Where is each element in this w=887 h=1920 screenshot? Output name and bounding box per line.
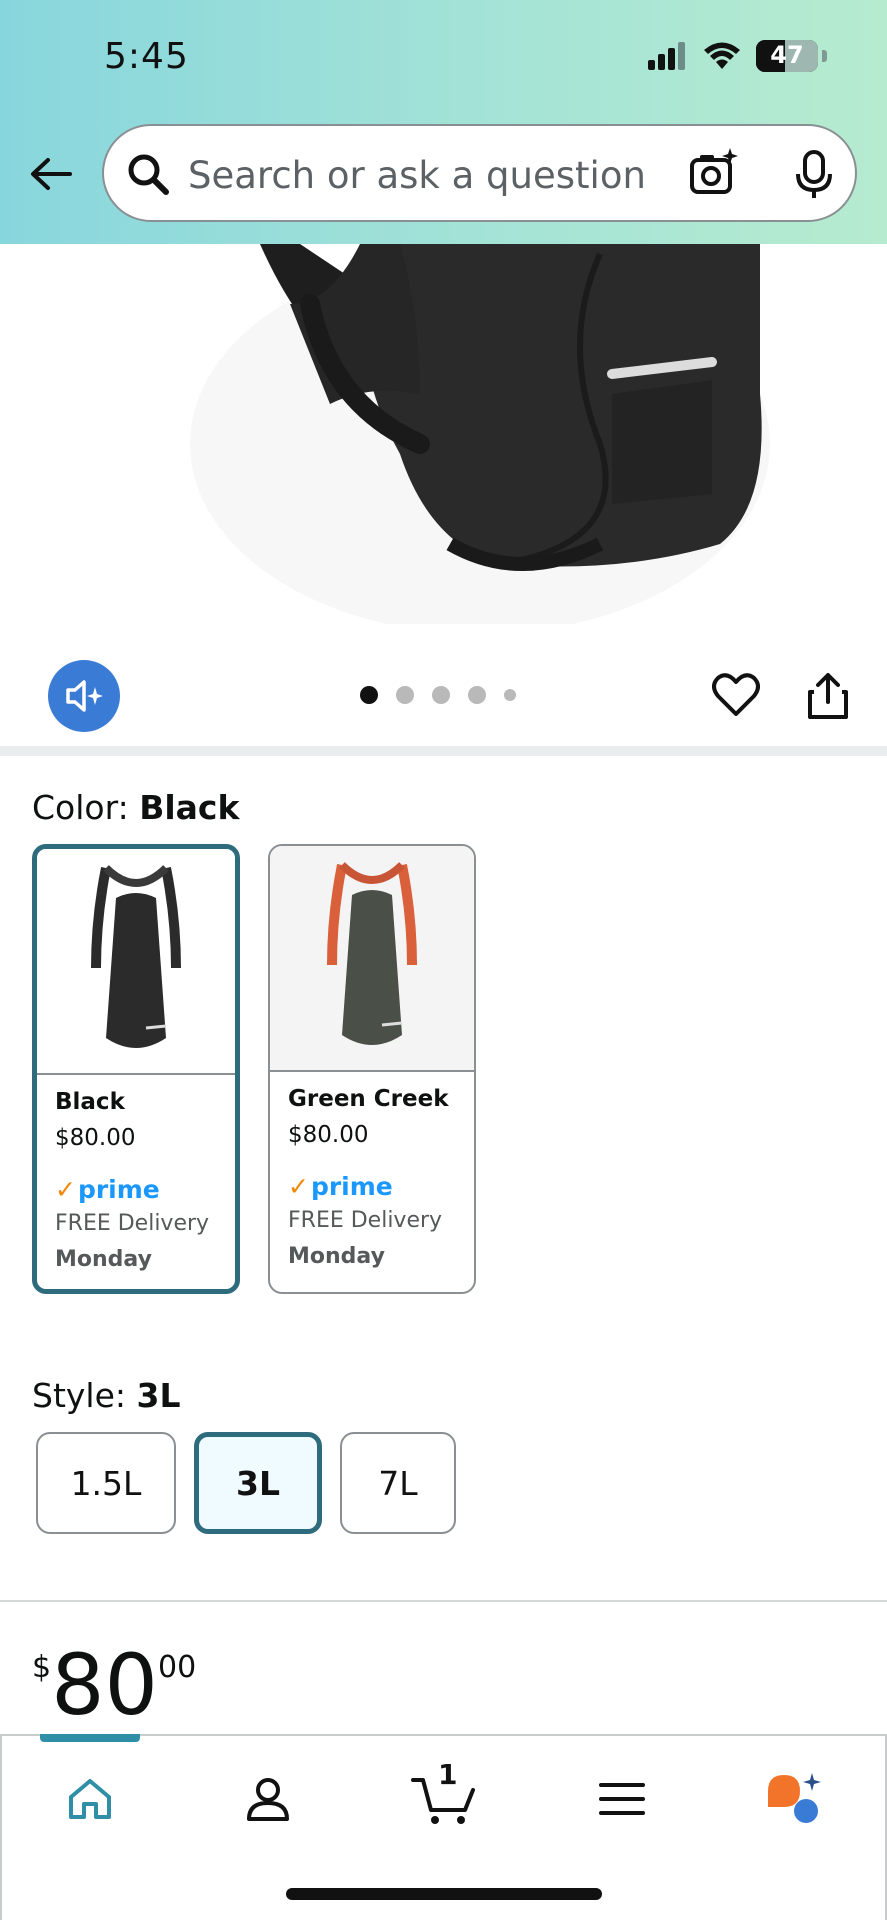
share-icon[interactable] — [806, 672, 850, 720]
color-option-green-creek[interactable]: Green Creek $80.00 ✓ prime FREE Delivery … — [268, 844, 476, 1294]
nav-account[interactable] — [228, 1764, 308, 1834]
heart-icon[interactable] — [712, 672, 760, 718]
camera-search-icon[interactable] — [686, 146, 742, 202]
style-option-1-5l[interactable]: 1.5L — [36, 1432, 176, 1534]
option-price: $80.00 — [288, 1122, 369, 1148]
audio-ai-button[interactable] — [48, 660, 120, 732]
carousel-dot[interactable] — [504, 689, 516, 701]
price-fraction: 00 — [157, 1650, 197, 1685]
home-icon — [69, 1779, 111, 1819]
nav-home[interactable] — [50, 1764, 130, 1834]
option-delivery-day: Monday — [288, 1244, 385, 1269]
section-divider — [0, 1600, 887, 1602]
home-indicator — [286, 1888, 602, 1900]
carousel-dot[interactable] — [396, 686, 414, 704]
search-bar[interactable]: Search or ask a question — [102, 124, 857, 222]
selected-style: 3L — [136, 1376, 181, 1415]
nav-menu[interactable] — [582, 1764, 662, 1834]
carousel-dot[interactable] — [468, 686, 486, 704]
option-name: Black — [55, 1089, 125, 1115]
prime-badge: ✓ prime — [55, 1174, 160, 1204]
option-delivery: FREE Delivery — [288, 1208, 443, 1233]
search-input[interactable]: Search or ask a question — [188, 154, 646, 197]
option-delivery-day: Monday — [55, 1247, 152, 1272]
product-image[interactable] — [0, 244, 887, 624]
rufus-icon — [768, 1773, 821, 1823]
carousel-dot[interactable] — [360, 686, 378, 704]
cart-count-badge: 1 — [438, 1758, 458, 1791]
style-option-7l[interactable]: 7L — [340, 1432, 456, 1534]
color-label: Color: Black — [32, 788, 240, 827]
style-option-3l[interactable]: 3L — [194, 1432, 322, 1534]
nav-cart[interactable]: 1 — [404, 1758, 484, 1834]
battery-level-text: 47 — [770, 41, 804, 69]
price-currency: $ — [32, 1650, 52, 1685]
battery-icon: 47 — [756, 40, 818, 72]
prime-badge: ✓ prime — [288, 1171, 393, 1201]
account-icon — [247, 1778, 289, 1821]
option-price: $80.00 — [55, 1125, 136, 1151]
swatch-image — [37, 849, 235, 1075]
nav-rufus[interactable] — [756, 1764, 836, 1834]
carousel-dots — [360, 686, 516, 704]
section-divider — [0, 746, 887, 756]
style-label: Style: 3L — [32, 1376, 181, 1415]
option-name: Green Creek — [288, 1086, 449, 1112]
wifi-icon — [704, 42, 740, 69]
menu-icon — [599, 1783, 645, 1815]
header: 5:45 47 Search or ask a question — [0, 0, 887, 244]
search-icon — [128, 154, 169, 195]
active-tab-indicator — [40, 1734, 140, 1742]
price-whole: 80 — [51, 1636, 158, 1734]
swatch-image — [270, 846, 474, 1072]
back-arrow-icon[interactable] — [28, 152, 72, 196]
signal-icon — [648, 42, 685, 70]
microphone-icon[interactable] — [786, 146, 842, 202]
selected-color: Black — [139, 788, 240, 827]
color-option-black[interactable]: Black $80.00 ✓ prime FREE Delivery Monday — [32, 844, 240, 1294]
product-price: $ 80 00 — [32, 1640, 196, 1730]
status-icons: 47 — [648, 40, 827, 72]
status-time: 5:45 — [104, 36, 189, 77]
carousel-dot[interactable] — [432, 686, 450, 704]
speaker-sparkle-icon — [66, 680, 103, 712]
option-delivery: FREE Delivery — [55, 1211, 210, 1236]
